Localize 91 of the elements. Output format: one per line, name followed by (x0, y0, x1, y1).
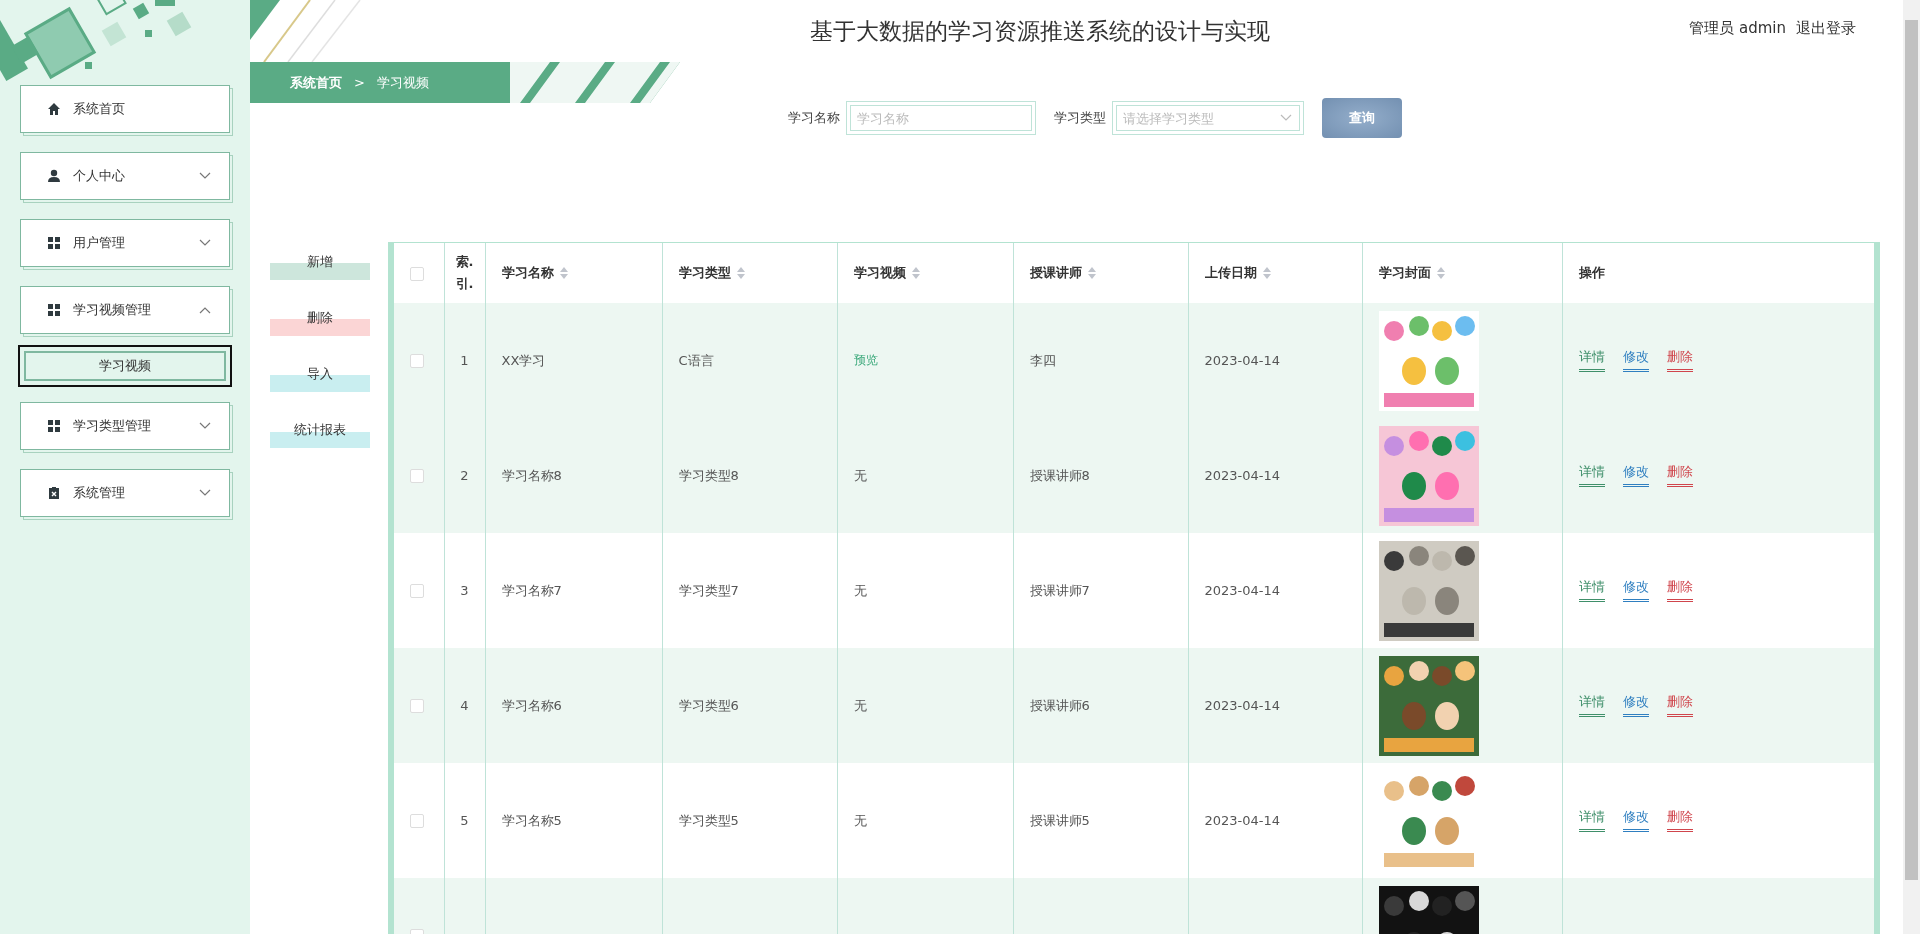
row-checkbox[interactable] (410, 699, 424, 714)
table-cell: 学习类型5 (678, 812, 739, 828)
row-action-link[interactable]: 详情 (1578, 693, 1605, 717)
column-header: 学习名称 (501, 264, 554, 282)
table-cell: 李四 (1029, 352, 1056, 368)
table-cell: 2023-04-14 (1204, 583, 1281, 598)
table-cell: 无 (853, 812, 867, 828)
menu-item[interactable]: 系统首页 (20, 85, 230, 133)
row-action-link[interactable]: 删除 (1666, 463, 1693, 487)
table-cell: 学习类型7 (678, 582, 739, 598)
menu-item[interactable]: 学习视频管理 (20, 286, 230, 334)
table-cell: 学习类型6 (678, 697, 739, 713)
row-action-link[interactable]: 修改 (1622, 693, 1649, 717)
row-action-link[interactable]: 详情 (1578, 808, 1605, 832)
sort-icon[interactable] (1436, 267, 1445, 279)
grid-icon (47, 419, 61, 433)
sort-icon[interactable] (1087, 267, 1096, 279)
submenu-item[interactable]: 学习视频 (18, 345, 232, 387)
table-cell: 学习名称5 (501, 812, 562, 828)
row-action-link[interactable]: 修改 (1622, 348, 1649, 372)
table-cell: 学习名称8 (501, 467, 562, 483)
field-label: 学习名称 (788, 109, 840, 127)
row-action-link[interactable]: 修改 (1622, 578, 1649, 602)
column-header: 操作 (1578, 264, 1605, 282)
select-field[interactable]: 请选择学习类型 (1112, 101, 1304, 135)
column-header: 授课讲师 (1029, 264, 1082, 282)
table-cell: 2023-04-14 (1204, 353, 1281, 368)
row-checkbox[interactable] (410, 584, 424, 599)
table-cell: 1 (460, 353, 469, 368)
menu-item[interactable]: 学习类型管理 (20, 402, 230, 450)
column-header: 索.引. (454, 252, 475, 293)
menu-item[interactable]: 系统管理 (20, 469, 230, 517)
column-header: 上传日期 (1204, 264, 1257, 282)
row-action-link[interactable]: 详情 (1578, 463, 1605, 487)
breadcrumb-current: 学习视频 (376, 73, 429, 92)
breadcrumb-link[interactable]: 系统首页 (290, 73, 342, 92)
clipboard-icon (47, 486, 61, 500)
grid-icon (47, 236, 61, 250)
column-header: 学习类型 (678, 264, 731, 282)
table-cell: 4 (460, 698, 469, 713)
row-action-link[interactable]: 删除 (1666, 808, 1693, 832)
table-cell: 无 (853, 467, 867, 483)
grid-icon (47, 303, 61, 317)
user-label: 管理员 admin (1689, 19, 1786, 38)
logout-link[interactable]: 退出登录 (1796, 19, 1856, 38)
sort-icon[interactable] (911, 267, 920, 279)
column-header: 学习封面 (1378, 264, 1431, 282)
row-checkbox[interactable] (410, 469, 424, 484)
table-cell: 学习类型8 (678, 467, 739, 483)
row-action-link[interactable]: 删除 (1666, 578, 1693, 602)
row-checkbox[interactable] (410, 814, 424, 829)
scrollbar[interactable] (1903, 0, 1920, 934)
table-cell: 学习名称7 (501, 582, 562, 598)
chevron-down-icon (1280, 114, 1292, 122)
row-action-link[interactable]: 修改 (1622, 463, 1649, 487)
table-cell: 授课讲师6 (1029, 697, 1090, 713)
table-cell: 2023-04-14 (1204, 468, 1281, 483)
table-cell: 授课讲师8 (1029, 467, 1090, 483)
row-action-link[interactable]: 详情 (1578, 348, 1605, 372)
sort-icon[interactable] (736, 267, 745, 279)
table-cell: 2023-04-14 (1204, 698, 1281, 713)
menu-item[interactable]: 用户管理 (20, 219, 230, 267)
sort-icon[interactable] (559, 267, 568, 279)
table-cell: 无 (853, 697, 867, 713)
user-icon (47, 169, 61, 183)
row-checkbox[interactable] (410, 354, 424, 369)
row-action-link[interactable]: 删除 (1666, 348, 1693, 372)
table-cell: 2023-04-14 (1204, 813, 1281, 828)
sort-icon[interactable] (1262, 267, 1271, 279)
menu-item[interactable]: 个人中心 (20, 152, 230, 200)
row-action-link[interactable]: 修改 (1622, 808, 1649, 832)
table-cell: 授课讲师5 (1029, 812, 1090, 828)
page-title: 基于大数据的学习资源推送系统的设计与实现 (808, 16, 1271, 46)
preview-link[interactable]: 预览 (853, 353, 878, 367)
field-label: 学习类型 (1054, 109, 1106, 127)
table-cell: XX学习 (501, 352, 546, 368)
table-cell: C语言 (678, 352, 714, 368)
breadcrumb-separator: > (354, 75, 365, 90)
table-cell: 2 (460, 468, 469, 483)
table-cell: 授课讲师7 (1029, 582, 1090, 598)
table-cell: 学习名称6 (501, 697, 562, 713)
table-cell: 无 (853, 582, 867, 598)
search-field[interactable]: 学习名称 (846, 101, 1036, 135)
table-cell: 3 (460, 583, 469, 598)
row-action-link[interactable]: 删除 (1666, 693, 1693, 717)
column-header: 学习视频 (853, 264, 906, 282)
home-icon (47, 102, 61, 116)
search-button[interactable]: 查询 (1322, 98, 1402, 138)
table-cell: 5 (460, 813, 469, 828)
row-action-link[interactable]: 详情 (1578, 578, 1605, 602)
select-all-checkbox[interactable] (410, 266, 424, 281)
